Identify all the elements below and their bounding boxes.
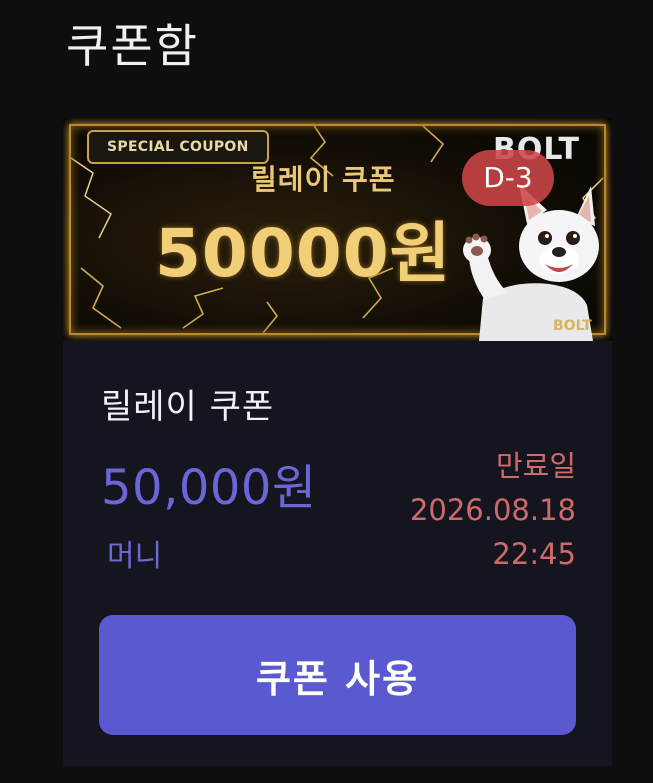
expiry-date: 2026.08.18 — [409, 493, 576, 527]
page-title: 쿠폰함 — [66, 19, 199, 73]
expiry-time: 22:45 — [492, 537, 576, 571]
banner-coupon-name: 릴레이 쿠폰 — [251, 163, 396, 196]
d-day-badge: D-3 — [462, 150, 554, 206]
coupon-card[interactable]: SPECIAL COUPON 릴레이 쿠폰 50000원 BOLT BOLT D… — [63, 118, 612, 766]
expiry-info: 만료일 2026.08.18 22:45 — [410, 444, 576, 576]
use-coupon-button[interactable]: 쿠폰 사용 — [99, 615, 576, 735]
shirt-logo: BOLT — [553, 318, 592, 334]
coupon-name: 릴레이 쿠폰 — [101, 387, 275, 427]
coupon-type: 머니 — [107, 539, 163, 574]
banner-coupon-amount: 50000원 — [155, 215, 452, 292]
coupon-banner-image: SPECIAL COUPON 릴레이 쿠폰 50000원 BOLT BOLT D… — [63, 118, 612, 341]
expiry-label: 만료일 — [495, 449, 576, 483]
special-coupon-tag: SPECIAL COUPON — [87, 130, 269, 164]
coupon-amount: 50,000원 — [101, 460, 317, 516]
